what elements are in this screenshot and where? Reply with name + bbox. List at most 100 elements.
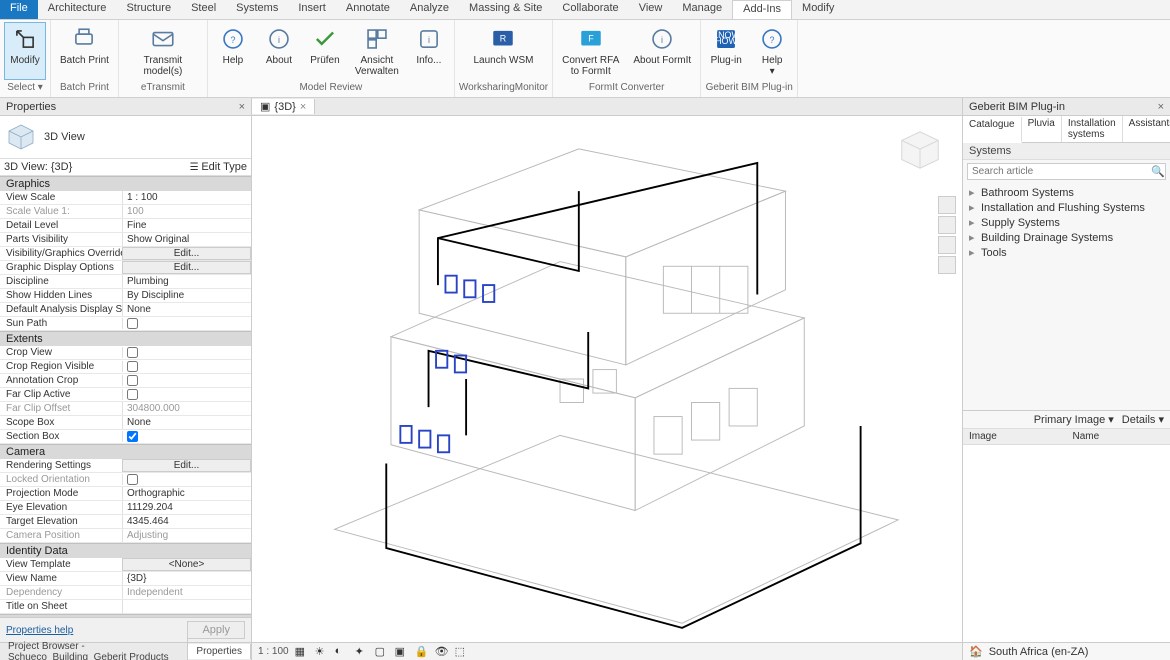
ribbon-about-button[interactable]: iAbout [258,22,300,80]
properties-tab[interactable]: Properties [188,644,251,659]
prop-group-header[interactable]: Camera [0,444,251,459]
tree-node[interactable]: ▸Tools [969,245,1164,260]
prop-checkbox[interactable] [127,474,138,485]
lock-icon[interactable]: 🔒 [415,645,429,659]
plugin-tab-pluvia[interactable]: Pluvia [1022,116,1062,142]
project-browser-tab[interactable]: Project Browser - Schueco_Building_Geber… [0,639,188,660]
prop-edit-button[interactable]: Edit... [122,459,251,472]
prop-value[interactable]: Plumbing [122,275,251,288]
scale-control[interactable]: 1 : 100 [258,646,289,657]
prop-value[interactable] [122,600,251,613]
sun-icon[interactable]: ☀ [315,645,329,659]
shadows-icon[interactable]: ◐ [335,645,349,659]
view-tab-3d[interactable]: ▣ {3D} × [252,99,315,114]
prop-value[interactable]: Show Original [122,233,251,246]
prop-value[interactable]: Adjusting [122,529,251,542]
file-tab[interactable]: File [0,0,38,19]
prop-checkbox[interactable] [127,318,138,329]
nav-wheel-icon[interactable] [938,196,956,214]
prop-checkbox[interactable] [127,375,138,386]
prop-value[interactable]: 100 [122,205,251,218]
model-graphics-icon[interactable]: ▦ [295,645,309,659]
prop-value[interactable]: Fine [122,219,251,232]
home-icon[interactable]: 🏠 [969,645,983,658]
crop-region-icon[interactable]: ▣ [395,645,409,659]
prop-value[interactable]: By Discipline [122,289,251,302]
ribbon-transmit-button[interactable]: Transmit model(s) [123,22,203,80]
tree-node[interactable]: ▸Building Drainage Systems [969,230,1164,245]
ribbon-info-button[interactable]: iInfo... [408,22,450,80]
prop-value[interactable]: 1 : 100 [122,191,251,204]
primary-image-dropdown[interactable]: Primary Image ▾ [1034,413,1114,426]
prop-value[interactable]: {3D} [122,572,251,585]
edit-type-button[interactable]: ☰ Edit Type [190,161,247,173]
menu-tab-systems[interactable]: Systems [226,0,288,19]
menu-tab-analyze[interactable]: Analyze [400,0,459,19]
search-input[interactable] [968,164,1151,179]
view-selector[interactable]: 3D View: {3D} [4,161,72,173]
nav-zoom-icon[interactable] [938,236,956,254]
menu-tab-insert[interactable]: Insert [288,0,336,19]
prop-value[interactable]: Orthographic [122,487,251,500]
locale-label[interactable]: South Africa (en-ZA) [989,646,1089,658]
plugin-tab-assistants[interactable]: Assistants [1123,116,1170,142]
ribbon-modify-button[interactable]: Modify [4,22,46,80]
prop-value[interactable]: 11129.204 [122,501,251,514]
ribbon-aboutformit-button[interactable]: iAbout FormIt [628,22,696,80]
plugin-tab-catalogue[interactable]: Catalogue [963,117,1022,143]
ribbon-prufen-button[interactable]: Prüfen [304,22,346,80]
tree-node[interactable]: ▸Installation and Flushing Systems [969,200,1164,215]
search-icon[interactable]: 🔍 [1151,165,1165,179]
plugin-tab-installation-systems[interactable]: Installation systems [1062,116,1123,142]
prop-group-header[interactable]: Extents [0,331,251,346]
menu-tab-steel[interactable]: Steel [181,0,226,19]
menu-tab-modify[interactable]: Modify [792,0,844,19]
prop-group-header[interactable]: Graphics [0,176,251,191]
view-cube[interactable] [896,126,944,174]
close-icon[interactable]: × [239,101,245,113]
menu-tab-add-ins[interactable]: Add-Ins [732,0,792,19]
close-icon[interactable]: × [300,101,306,113]
menu-tab-annotate[interactable]: Annotate [336,0,400,19]
prop-checkbox[interactable] [127,431,138,442]
prop-group-header[interactable]: Identity Data [0,543,251,558]
hide-icon[interactable]: 👁 [435,645,449,659]
apply-button[interactable]: Apply [187,621,245,639]
prop-value[interactable]: 304800.000 [122,402,251,415]
prop-edit-button[interactable]: Edit... [122,261,251,274]
tree-node[interactable]: ▸Supply Systems [969,215,1164,230]
render-icon[interactable]: ✦ [355,645,369,659]
prop-checkbox[interactable] [127,389,138,400]
nav-orbit-icon[interactable] [938,256,956,274]
viewport[interactable] [252,116,962,642]
menu-tab-architecture[interactable]: Architecture [38,0,117,19]
ribbon-verwalten-button[interactable]: Ansicht Verwalten [350,22,404,80]
prop-value[interactable]: 4345.464 [122,515,251,528]
crop-icon[interactable]: ▢ [375,645,389,659]
reveal-icon[interactable]: ⬚ [455,645,469,659]
menu-tab-massing-site[interactable]: Massing & Site [459,0,552,19]
prop-checkbox[interactable] [127,347,138,358]
ribbon-help1-button[interactable]: ?Help [212,22,254,80]
tree-node[interactable]: ▸Bathroom Systems [969,185,1164,200]
ribbon-rfa-button[interactable]: FConvert RFA to FormIt [557,22,624,80]
properties-help-link[interactable]: Properties help [6,625,73,636]
ribbon-plugin-button[interactable]: KNOWHOWPlug-in [705,22,747,80]
view-head[interactable]: 3D View [0,116,251,159]
ribbon-help2-button[interactable]: ?Help ▾ [751,22,793,80]
close-icon[interactable]: × [1158,101,1164,113]
menu-tab-collaborate[interactable]: Collaborate [552,0,628,19]
prop-checkbox[interactable] [127,361,138,372]
prop-value[interactable]: Independent [122,586,251,599]
prop-edit-button[interactable]: Edit... [122,247,251,260]
prop-value[interactable]: None [122,416,251,429]
menu-tab-structure[interactable]: Structure [116,0,181,19]
details-dropdown[interactable]: Details ▾ [1122,413,1164,426]
prop-edit-button[interactable]: <None> [122,558,251,571]
prop-value[interactable]: None [122,303,251,316]
ribbon-batchprint-button[interactable]: Batch Print [55,22,114,80]
menu-tab-manage[interactable]: Manage [672,0,732,19]
nav-pan-icon[interactable] [938,216,956,234]
menu-tab-view[interactable]: View [629,0,673,19]
ribbon-wsm-button[interactable]: RLaunch WSM [468,22,538,80]
